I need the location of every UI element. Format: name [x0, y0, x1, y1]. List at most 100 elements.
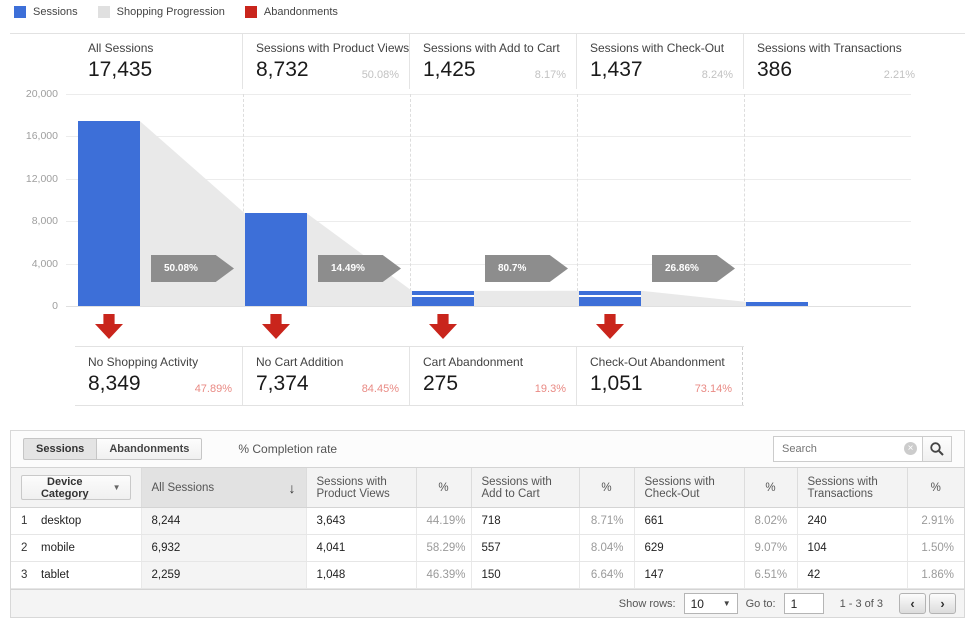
search-box: ×	[773, 436, 923, 462]
column-header-pct[interactable]: %	[416, 468, 471, 508]
sessions-bar	[746, 302, 808, 306]
row-index: 3	[21, 569, 41, 581]
product-views-pct-cell: 46.39%	[416, 562, 471, 589]
column-header-pct[interactable]: %	[744, 468, 797, 508]
all-sessions-cell: 6,932	[141, 535, 306, 562]
legend-item-sessions: Sessions	[14, 6, 78, 18]
check-out-pct-cell: 8.02%	[744, 508, 797, 535]
transactions-cell: 240	[797, 508, 907, 535]
chevron-down-icon: ▼	[723, 599, 731, 608]
column-header-pct[interactable]: %	[907, 468, 964, 508]
sessions-bar	[579, 291, 641, 306]
table-row: 1desktop 8,244 3,643 44.19% 718 8.71% 66…	[11, 508, 964, 535]
check-out-cell: 629	[634, 535, 744, 562]
device-name: desktop	[41, 515, 81, 527]
search-button[interactable]	[922, 436, 952, 462]
show-rows-select[interactable]: 10 ▼	[684, 593, 738, 614]
stat-cart-abandonment: Cart Abandonment 275 19.3%	[409, 347, 576, 405]
abandonment-stats-row: No Shopping Activity 8,349 47.89% No Car…	[75, 346, 744, 406]
abandonments-swatch-icon	[245, 6, 257, 18]
goto-page-input[interactable]	[784, 593, 824, 614]
table-footer: Show rows: 10 ▼ Go to: 1 - 3 of 3 ‹ ›	[11, 589, 964, 617]
row-range-label: 1 - 3 of 3	[840, 598, 883, 610]
sessions-bar	[412, 291, 474, 306]
legend-item-abandonments: Abandonments	[245, 6, 338, 18]
progression-swatch-icon	[98, 6, 110, 18]
show-rows-value: 10	[691, 597, 704, 611]
product-views-pct-cell: 44.19%	[416, 508, 471, 535]
stat-no-cart-addition: No Cart Addition 7,374 84.45%	[242, 347, 409, 405]
table-row: 3tablet 2,259 1,048 46.39% 150 6.64% 147…	[11, 562, 964, 589]
search-area: ×	[773, 436, 952, 462]
row-index: 2	[21, 542, 41, 554]
bar-segment-divider	[412, 295, 474, 297]
next-page-button[interactable]: ›	[929, 593, 956, 614]
product-views-cell: 4,041	[306, 535, 416, 562]
stat-pct: 73.14%	[695, 383, 732, 395]
product-views-cell: 1,048	[306, 562, 416, 589]
column-header-product-views[interactable]: Sessions with Product Views	[306, 468, 416, 508]
legend-label: Sessions	[33, 6, 78, 18]
device-cell: 1desktop	[11, 508, 141, 535]
transactions-pct-cell: 1.50%	[907, 535, 964, 562]
sessions-bar	[78, 121, 140, 306]
check-out-cell: 661	[634, 508, 744, 535]
check-out-pct-cell: 9.07%	[744, 535, 797, 562]
sort-descending-icon: ↓	[289, 480, 296, 496]
device-name: mobile	[41, 542, 75, 554]
clear-search-icon[interactable]: ×	[904, 442, 917, 455]
data-table-card: Sessions Abandonments % Completion rate …	[10, 430, 965, 618]
chart-legend: Sessions Shopping Progression Abandonmen…	[14, 6, 338, 18]
product-views-cell: 3,643	[306, 508, 416, 535]
check-out-cell: 147	[634, 562, 744, 589]
check-out-pct-cell: 6.51%	[744, 562, 797, 589]
column-header-pct[interactable]: %	[579, 468, 634, 508]
stat-title: Cart Abandonment	[423, 355, 576, 369]
transactions-pct-cell: 1.86%	[907, 562, 964, 589]
sessions-bar	[245, 213, 307, 306]
all-sessions-cell: 8,244	[141, 508, 306, 535]
device-category-dropdown[interactable]: Device Category ▼	[21, 475, 131, 500]
add-to-cart-cell: 150	[471, 562, 579, 589]
stat-check-out-abandonment: Check-Out Abandonment 1,051 73.14%	[576, 347, 743, 405]
dropdown-label: Device Category	[31, 476, 99, 500]
stat-title: Check-Out Abandonment	[590, 355, 742, 369]
tab-abandonments[interactable]: Abandonments	[96, 438, 202, 460]
table-row: 2mobile 6,932 4,041 58.29% 557 8.04% 629…	[11, 535, 964, 562]
device-cell: 3tablet	[11, 562, 141, 589]
column-header-all-sessions[interactable]: All Sessions ↓	[141, 468, 306, 508]
legend-label: Abandonments	[264, 6, 338, 18]
transactions-pct-cell: 2.91%	[907, 508, 964, 535]
search-icon	[929, 441, 945, 457]
stat-pct: 84.45%	[362, 383, 399, 395]
row-index: 1	[21, 515, 41, 527]
previous-page-button[interactable]: ‹	[899, 593, 926, 614]
stat-pct: 19.3%	[535, 383, 566, 395]
device-category-table: Device Category ▼ All Sessions ↓ Session…	[11, 467, 964, 589]
table-header-row: Device Category ▼ All Sessions ↓ Session…	[11, 468, 964, 508]
column-label: All Sessions	[152, 482, 215, 494]
column-header-check-out[interactable]: Sessions with Check-Out	[634, 468, 744, 508]
add-to-cart-cell: 557	[471, 535, 579, 562]
device-name: tablet	[41, 569, 69, 581]
transactions-cell: 42	[797, 562, 907, 589]
column-header-transactions[interactable]: Sessions with Transactions	[797, 468, 907, 508]
shopping-funnel-panel: All Sessions 17,435 Sessions with Produc…	[10, 33, 965, 405]
legend-label: Shopping Progression	[117, 6, 225, 18]
goto-label: Go to:	[746, 598, 776, 610]
table-toolbar: Sessions Abandonments % Completion rate …	[11, 431, 964, 467]
transactions-cell: 104	[797, 535, 907, 562]
add-to-cart-pct-cell: 8.71%	[579, 508, 634, 535]
tab-sessions[interactable]: Sessions	[23, 438, 97, 460]
show-rows-label: Show rows:	[619, 598, 676, 610]
product-views-pct-cell: 58.29%	[416, 535, 471, 562]
search-input[interactable]	[773, 436, 923, 462]
stat-no-shopping-activity: No Shopping Activity 8,349 47.89%	[75, 347, 242, 405]
column-header-device-category: Device Category ▼	[11, 468, 141, 508]
stat-title: No Cart Addition	[256, 355, 409, 369]
column-header-add-to-cart[interactable]: Sessions with Add to Cart	[471, 468, 579, 508]
stat-pct: 47.89%	[195, 383, 232, 395]
bar-segment-divider	[579, 295, 641, 297]
add-to-cart-cell: 718	[471, 508, 579, 535]
device-cell: 2mobile	[11, 535, 141, 562]
